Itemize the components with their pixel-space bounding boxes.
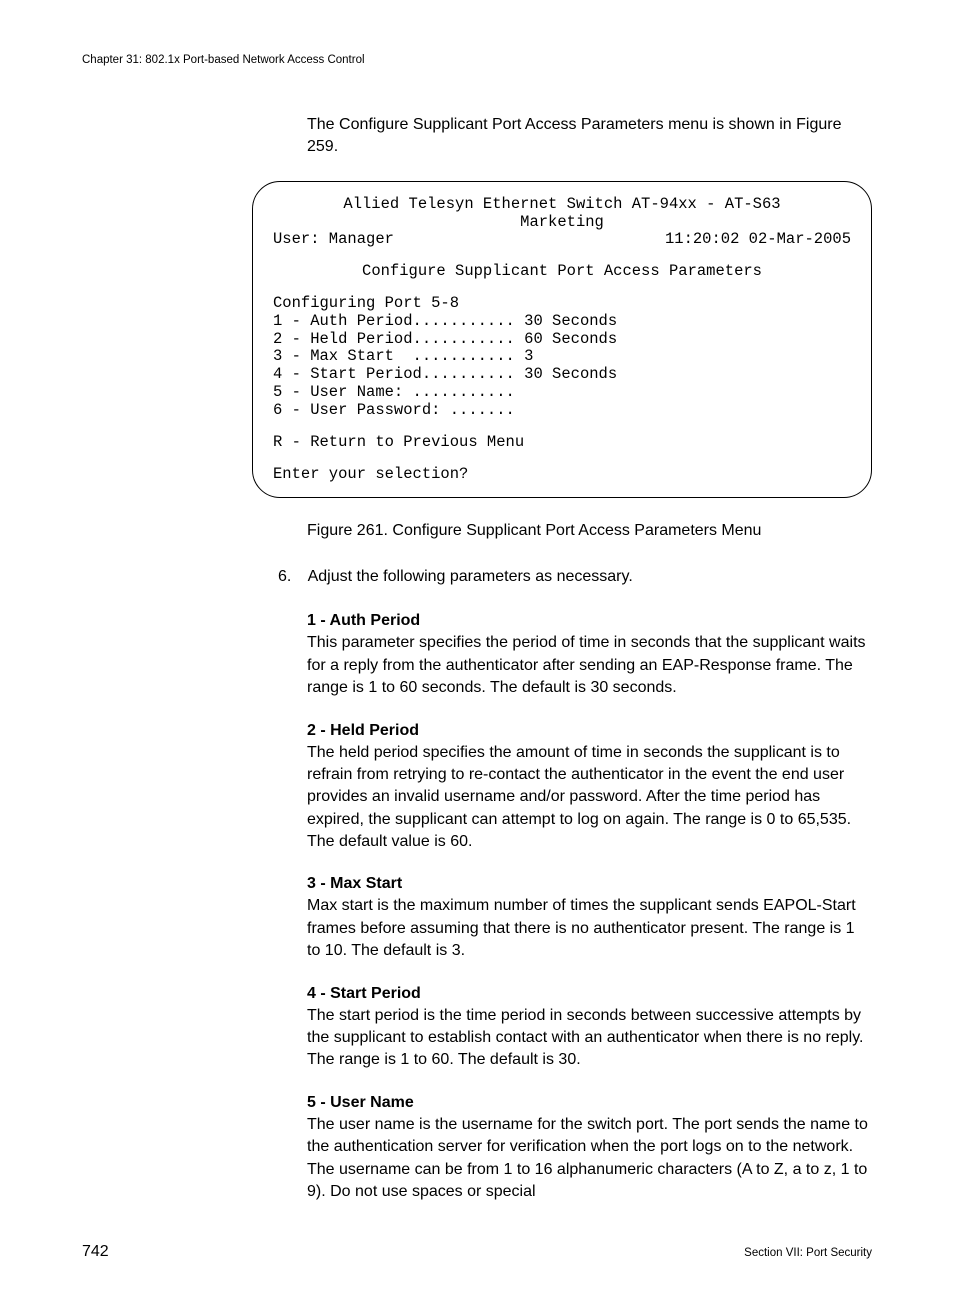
param-max-start: 3 - Max Start Max start is the maximum n… bbox=[307, 875, 872, 962]
step-text: Adjust the following parameters as neces… bbox=[308, 568, 633, 585]
param-start-period: 4 - Start Period The start period is the… bbox=[307, 985, 872, 1072]
param-title: 4 - Start Period bbox=[307, 985, 872, 1003]
document-page: Chapter 31: 802.1x Port-based Network Ac… bbox=[0, 0, 954, 1301]
param-title: 5 - User Name bbox=[307, 1094, 872, 1112]
param-title: 3 - Max Start bbox=[307, 875, 872, 893]
param-desc: The start period is the time period in s… bbox=[307, 1005, 872, 1072]
figure-caption: Figure 261. Configure Supplicant Port Ac… bbox=[307, 522, 872, 540]
param-desc: The held period specifies the amount of … bbox=[307, 742, 872, 854]
option-line: 5 - User Name: ........... bbox=[273, 384, 851, 402]
param-held-period: 2 - Held Period The held period specifie… bbox=[307, 722, 872, 854]
terminal-title: Allied Telesyn Ethernet Switch AT-94xx -… bbox=[343, 195, 780, 213]
section-label: Section VII: Port Security bbox=[744, 1247, 872, 1259]
return-line: R - Return to Previous Menu bbox=[273, 434, 851, 452]
param-desc: Max start is the maximum number of times… bbox=[307, 895, 872, 962]
menu-title: Configure Supplicant Port Access Paramet… bbox=[362, 262, 762, 280]
param-auth-period: 1 - Auth Period This parameter specifies… bbox=[307, 612, 872, 699]
option-line: 3 - Max Start ........... 3 bbox=[273, 348, 851, 366]
option-line: 2 - Held Period........... 60 Seconds bbox=[273, 331, 851, 349]
option-line: 1 - Auth Period........... 30 Seconds bbox=[273, 313, 851, 331]
option-line: 4 - Start Period.......... 30 Seconds bbox=[273, 366, 851, 384]
timestamp: 11:20:02 02-Mar-2005 bbox=[665, 231, 851, 249]
page-number: 742 bbox=[82, 1243, 109, 1261]
intro-paragraph: The Configure Supplicant Port Access Par… bbox=[307, 114, 872, 159]
param-title: 1 - Auth Period bbox=[307, 612, 872, 630]
user-label: User: Manager bbox=[273, 231, 394, 249]
option-line: 6 - User Password: ....... bbox=[273, 402, 851, 420]
chapter-header: Chapter 31: 802.1x Port-based Network Ac… bbox=[82, 54, 872, 66]
param-user-name: 5 - User Name The user name is the usern… bbox=[307, 1094, 872, 1204]
param-desc: The user name is the username for the sw… bbox=[307, 1114, 872, 1204]
step-item: 6. Adjust the following parameters as ne… bbox=[278, 568, 872, 586]
prompt-line: Enter your selection? bbox=[273, 466, 851, 484]
page-footer: 742 Section VII: Port Security bbox=[82, 1243, 872, 1261]
terminal-subtitle: Marketing bbox=[520, 213, 604, 231]
config-line: Configuring Port 5-8 bbox=[273, 295, 851, 313]
terminal-subtitle-line: Marketing bbox=[273, 214, 851, 232]
terminal-screen: Allied Telesyn Ethernet Switch AT-94xx -… bbox=[252, 181, 872, 499]
param-desc: This parameter specifies the period of t… bbox=[307, 632, 872, 699]
step-number: 6. bbox=[278, 568, 304, 586]
terminal-title-line: Allied Telesyn Ethernet Switch AT-94xx -… bbox=[273, 196, 851, 214]
terminal-menu-title-line: Configure Supplicant Port Access Paramet… bbox=[273, 263, 851, 281]
param-title: 2 - Held Period bbox=[307, 722, 872, 740]
terminal-user-line: User: Manager 11:20:02 02-Mar-2005 bbox=[273, 231, 851, 249]
